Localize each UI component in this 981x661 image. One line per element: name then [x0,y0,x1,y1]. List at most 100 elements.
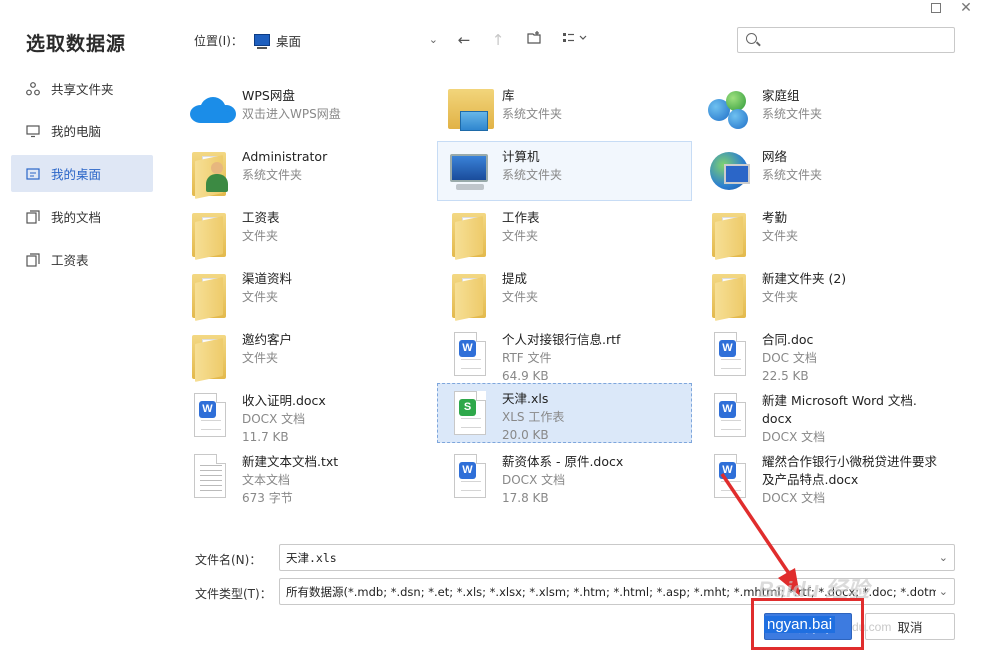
folder-icon [704,207,756,260]
file-type: 双击进入WPS网盘 [242,107,341,121]
file-item-document[interactable]: W 耀然合作银行小微税贷进件要求 及产品特点.docx DOCX 文档 [697,446,952,506]
file-size: 17.8 KB [502,491,549,505]
file-item-library[interactable]: 库系统文件夹 [437,80,692,140]
library-icon [444,85,496,137]
word-doc-icon: W [444,329,496,381]
file-type: 系统文件夹 [242,168,303,182]
text-doc-icon [184,451,236,503]
file-name: 收入证明.docx [242,393,326,408]
file-item-administrator[interactable]: Administrator 系统文件夹 [177,141,432,201]
file-name: 新建文件夹 (2) [762,271,847,286]
location-label: 位置(I)： [194,34,243,48]
file-name: 新建 Microsoft Word 文档. [762,393,917,408]
file-item-document[interactable]: W 个人对接银行信息.rtf RTF 文件 64.9 KB [437,324,692,384]
maximize-icon[interactable] [931,3,941,13]
word-doc-icon: W [184,390,236,442]
sidebar-item-shared-folder[interactable]: 共享文件夹 [11,70,153,107]
file-name: 渠道资料 [242,271,293,286]
sidebar-item-my-documents[interactable]: 我的文档 [11,198,153,235]
folder-icon [444,207,496,260]
sidebar-item-label: 工资表 [51,253,89,268]
file-type: 文件夹 [242,351,279,365]
file-type: 文件夹 [502,229,539,243]
file-type: DOCX 文档 [762,430,826,444]
user-folder-icon [184,146,236,199]
sidebar-item-label: 我的文档 [51,210,102,225]
file-size: 20.0 KB [502,428,549,442]
word-doc-icon: W [704,451,756,503]
file-item-folder[interactable]: 工资表 文件夹 [177,202,432,262]
file-item-folder[interactable]: 考勤 文件夹 [697,202,952,262]
file-item-computer[interactable]: 计算机 系统文件夹 [437,141,692,201]
file-item-document[interactable]: W 合同.doc DOC 文档 22.5 KB [697,324,952,384]
sidebar-item-my-desktop[interactable]: 我的桌面 [11,155,153,192]
file-item-selected-spreadsheet[interactable]: S 天津.xls XLS 工作表 20.0 KB [437,383,692,443]
file-name: 提成 [502,271,528,286]
location-select[interactable]: 桌面 ⌄ [254,27,444,53]
file-size: 22.5 KB [762,369,809,383]
file-name: 耀然合作银行小微税贷进件要求 [762,454,938,469]
up-button[interactable]: ↑ [488,30,508,50]
filename-input[interactable]: 天津.xls ⌄ [279,544,955,571]
back-button[interactable]: ← [454,30,474,50]
folder-icon [184,268,236,321]
file-item-document[interactable]: W 新建 Microsoft Word 文档. docx DOCX 文档 [697,385,952,445]
search-icon [746,33,757,44]
folder-icon [444,268,496,321]
file-type: 系统文件夹 [502,168,563,182]
chevron-down-icon[interactable]: ⌄ [936,585,948,598]
file-name: Administrator [242,149,328,164]
file-type: 文件夹 [502,290,539,304]
file-item-homegroup[interactable]: 家庭组 系统文件夹 [697,80,952,140]
file-name: 个人对接银行信息.rtf [502,332,621,347]
new-folder-icon [527,31,541,44]
chevron-down-icon[interactable]: ⌄ [936,551,948,564]
sidebar-title: 选取数据源 [26,33,127,55]
sidebar-item-label: 我的桌面 [51,167,102,182]
file-item-folder[interactable]: 渠道资料 文件夹 [177,263,432,323]
file-list: WPS网盘 双击进入WPS网盘 库系统文件夹 家庭组 系统文件夹 Administr… [175,78,965,510]
file-name: 网络 [762,149,788,164]
sidebar-item-salary[interactable]: 工资表 [11,241,153,278]
file-name: 家庭组 [762,88,800,103]
new-folder-button[interactable] [524,30,544,50]
file-item-folder[interactable]: 邀约客户 文件夹 [177,324,432,384]
file-name: 考勤 [762,210,788,225]
file-name-continued: 及产品特点.docx [762,472,859,487]
close-icon[interactable]: ✕ [959,1,973,15]
window-controls: ✕ [931,0,973,16]
desktop-icon [254,34,270,49]
file-item-folder[interactable]: 工作表 文件夹 [437,202,692,262]
network-icon [704,146,756,198]
spreadsheet-icon: S [444,388,496,440]
file-name: 工作表 [502,210,540,225]
search-input[interactable] [764,31,949,49]
file-item-text[interactable]: 新建文本文档.txt 文本文档 673 字节 [177,446,432,506]
folder-icon [26,252,40,267]
file-name: 天津.xls [502,391,549,406]
file-name: 合同.doc [762,332,814,347]
file-type: XLS 工作表 [502,410,565,424]
word-doc-icon: W [444,451,496,503]
file-type: 文件夹 [762,290,799,304]
homegroup-icon [704,85,756,137]
file-item-folder[interactable]: 提成 文件夹 [437,263,692,323]
sidebar-item-my-computer[interactable]: 我的电脑 [11,112,153,149]
word-doc-icon: W [704,390,756,442]
file-item-document[interactable]: W 薪资体系 - 原件.docx DOCX 文档 17.8 KB [437,446,692,506]
desktop-icon [26,167,40,181]
word-doc-icon: W [704,329,756,381]
sidebar: 选取数据源 共享文件夹 我的电脑 我的桌面 我的文档 工资表 [0,0,165,661]
file-item-document[interactable]: W 收入证明.docx DOCX 文档 11.7 KB [177,385,432,445]
sidebar-item-label: 共享文件夹 [51,82,114,97]
file-item-network[interactable]: 网络 系统文件夹 [697,141,952,201]
folder-icon [704,268,756,321]
view-mode-button[interactable] [560,30,592,50]
file-type: 系统文件夹 [762,107,823,121]
computer-icon [26,124,40,138]
file-name: 邀约客户 [242,332,293,347]
file-item-folder[interactable]: 新建文件夹 (2) 文件夹 [697,263,952,323]
file-item-wps-cloud[interactable]: WPS网盘 双击进入WPS网盘 [177,80,432,140]
search-box[interactable] [737,27,955,53]
file-name: 库 [502,88,515,103]
